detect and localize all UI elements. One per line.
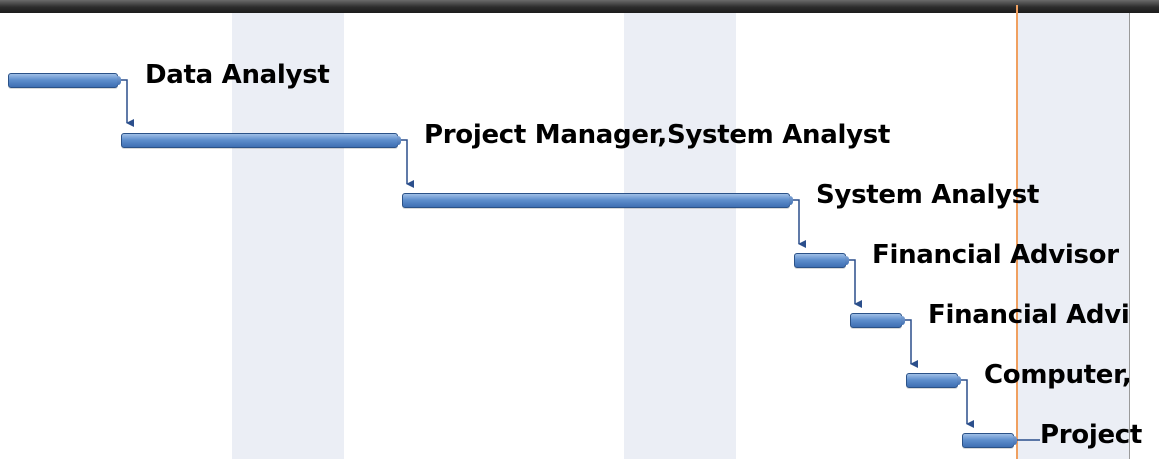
resource-label-7: Project [1040, 420, 1143, 450]
resource-label-3: System Analyst [816, 180, 1040, 210]
gantt-chart-pane[interactable]: Data Analyst Project Manager,System Anal… [0, 0, 1159, 459]
task-bar-6[interactable] [906, 373, 961, 388]
task-bar-7[interactable] [962, 433, 1017, 448]
task-bar-2[interactable] [121, 133, 401, 148]
dependency-arrow [904, 319, 918, 368]
resource-label-4: Financial Advisor [872, 240, 1119, 270]
resource-label-2: Project Manager,System Analyst [424, 120, 891, 150]
task-bar-4[interactable] [794, 253, 849, 268]
dependency-arrow [792, 199, 806, 248]
dependency-arrow [400, 139, 414, 188]
dependency-arrow [120, 79, 134, 127]
task-bar-5[interactable] [850, 313, 905, 328]
dependency-arrow [960, 379, 974, 428]
resource-label-1: Data Analyst [145, 60, 330, 90]
resource-label-5: Financial Advi [928, 300, 1130, 330]
task-bar-1[interactable] [8, 73, 121, 88]
resource-label-6: Computer, [984, 360, 1132, 390]
task-bar-3[interactable] [402, 193, 793, 208]
dependency-arrow [848, 259, 862, 308]
